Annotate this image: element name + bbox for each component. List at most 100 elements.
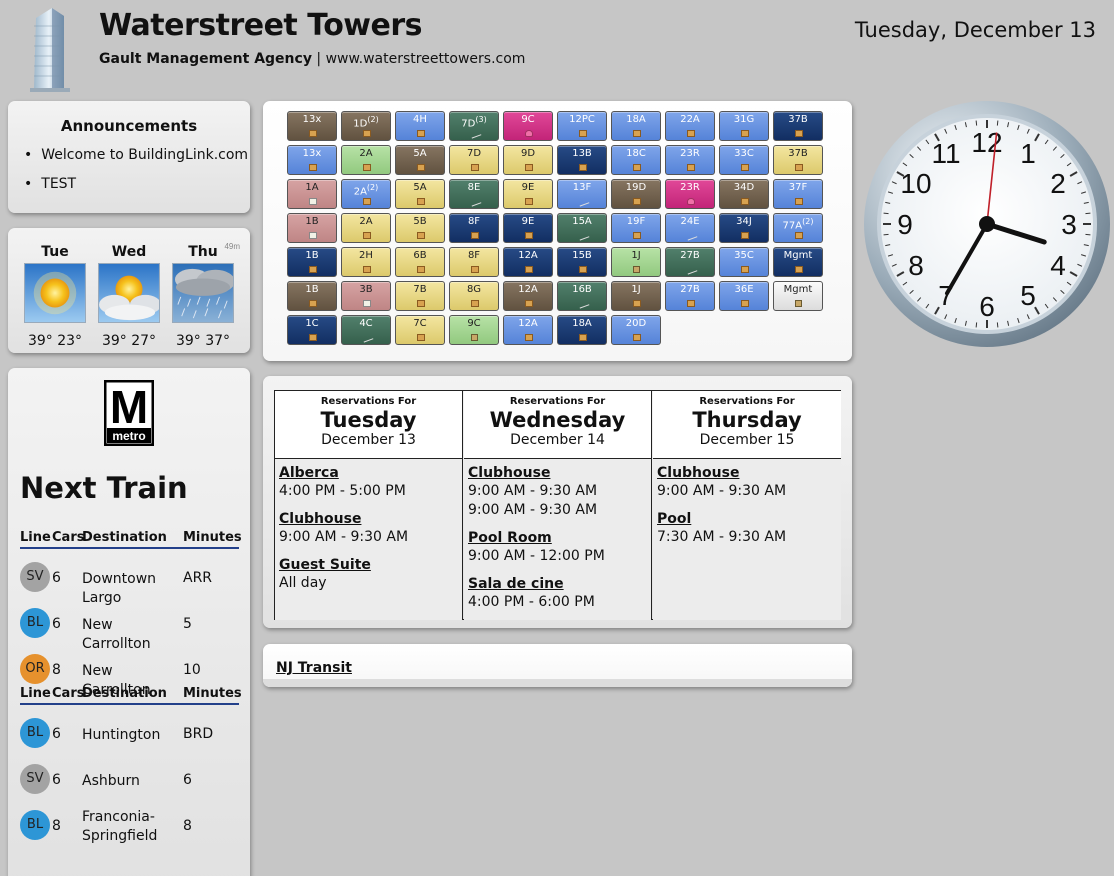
mailbox-cell[interactable]: 7C xyxy=(395,315,445,345)
current-date: Tuesday, December 13 xyxy=(854,18,1096,42)
mailbox-cell[interactable]: 12PC xyxy=(557,111,607,141)
mailbox-cell[interactable]: 13B xyxy=(557,145,607,175)
reservation-time: All day xyxy=(279,575,327,591)
mailbox-cell[interactable]: Mgmt xyxy=(773,281,823,311)
train-table-header: Line Cars Destination Minutes xyxy=(20,528,242,549)
amenity-link[interactable]: Clubhouse xyxy=(279,510,458,528)
header-line: Line xyxy=(20,530,51,545)
mailbox-cell[interactable]: 5A xyxy=(395,179,445,209)
mailbox-cell[interactable]: 5B xyxy=(395,213,445,243)
mailbox-cell[interactable]: 7D(3) xyxy=(449,111,499,141)
mailbox-cell[interactable]: 37B xyxy=(773,111,823,141)
announcements-panel: Announcements Welcome to BuildingLink.co… xyxy=(8,101,250,213)
mailbox-cell[interactable]: 9C xyxy=(449,315,499,345)
mailbox-cell[interactable]: 1A xyxy=(287,179,337,209)
mailbox-cell[interactable]: 7D xyxy=(449,145,499,175)
mailbox-cell[interactable]: 34J xyxy=(719,213,769,243)
page-title: Waterstreet Towers xyxy=(99,8,423,43)
mailbox-cell[interactable]: 12A xyxy=(503,247,553,277)
dry-cleaning-icon xyxy=(686,267,698,275)
mailbox-cell[interactable]: 18A xyxy=(557,315,607,345)
mailbox-cell[interactable]: 1B xyxy=(287,281,337,311)
mailbox-cell[interactable]: 1B xyxy=(287,247,337,277)
amenity-link[interactable]: Guest Suite xyxy=(279,556,458,574)
nj-transit-link[interactable]: NJ Transit xyxy=(276,660,352,676)
amenity-link[interactable]: Pool xyxy=(657,510,837,528)
mailbox-count: (2) xyxy=(367,115,379,124)
package-icon xyxy=(579,266,587,273)
mailbox-unit: 9D xyxy=(520,148,536,159)
mailbox-cell[interactable]: 31G xyxy=(719,111,769,141)
mailbox-cell[interactable]: 1B xyxy=(287,213,337,243)
mailbox-cell[interactable]: 20D xyxy=(611,315,661,345)
reservation-time: 9:00 AM - 12:00 PM xyxy=(468,548,605,564)
mailbox-cell[interactable]: 37B xyxy=(773,145,823,175)
mailbox-cell[interactable]: 9E xyxy=(503,213,553,243)
mailbox-cell[interactable]: 13F xyxy=(557,179,607,209)
mailbox-cell[interactable]: 2A xyxy=(341,145,391,175)
mailbox-cell[interactable]: 33C xyxy=(719,145,769,175)
amenity-link[interactable]: Clubhouse xyxy=(468,464,647,482)
mailbox-cell[interactable]: 77A(2) xyxy=(773,213,823,243)
mailbox-cell[interactable]: 15A xyxy=(557,213,607,243)
mailbox-cell[interactable]: 24E xyxy=(665,213,715,243)
website-link[interactable]: www.waterstreettowers.com xyxy=(326,51,526,67)
package-icon xyxy=(363,266,371,273)
mailbox-cell[interactable]: 22A xyxy=(665,111,715,141)
mailbox-cell[interactable]: 2H xyxy=(341,247,391,277)
weather-day: Wed 39° 27° xyxy=(96,244,162,349)
mailbox-cell[interactable]: 6B xyxy=(395,247,445,277)
clock-numeral: 10 xyxy=(900,168,931,199)
mailbox-cell[interactable]: 9E xyxy=(503,179,553,209)
mailbox-cell[interactable]: 27B xyxy=(665,247,715,277)
mailbox-cell[interactable]: 13x xyxy=(287,111,337,141)
amenity-link[interactable]: Sala de cine xyxy=(468,575,647,593)
mailbox-cell[interactable]: 18A xyxy=(611,111,661,141)
mailbox-cell[interactable]: 35C xyxy=(719,247,769,277)
mailbox-cell[interactable]: 1J xyxy=(611,281,661,311)
amenity-link[interactable]: Clubhouse xyxy=(657,464,837,482)
mailbox-cell[interactable]: 27B xyxy=(665,281,715,311)
mailbox-unit: 9E xyxy=(521,182,535,193)
mailbox-cell[interactable]: 8F xyxy=(449,213,499,243)
mailbox-cell[interactable]: 2A(2) xyxy=(341,179,391,209)
mailbox-cell[interactable]: 15B xyxy=(557,247,607,277)
mailbox-cell[interactable]: 23R xyxy=(665,145,715,175)
package-icon xyxy=(417,198,425,205)
mailbox-cell[interactable]: 16B xyxy=(557,281,607,311)
mailbox-cell[interactable]: 19D xyxy=(611,179,661,209)
mailbox-cell[interactable]: 9D xyxy=(503,145,553,175)
mailbox-cell[interactable]: 18C xyxy=(611,145,661,175)
mailbox-cell[interactable]: 1C xyxy=(287,315,337,345)
line-badge: SV xyxy=(20,764,50,794)
mailbox-cell[interactable]: 4H xyxy=(395,111,445,141)
mailbox-cell[interactable]: 12A xyxy=(503,281,553,311)
mailbox-cell[interactable]: 9C xyxy=(503,111,553,141)
mailbox-unit: 16B xyxy=(572,284,592,295)
mailbox-cell[interactable]: 8G xyxy=(449,281,499,311)
mailbox-unit: 4H xyxy=(413,114,427,125)
mailbox-cell[interactable]: Mgmt xyxy=(773,247,823,277)
mailbox-cell[interactable]: 12A xyxy=(503,315,553,345)
mailbox-cell[interactable]: 23R xyxy=(665,179,715,209)
mailbox-cell[interactable]: 5A xyxy=(395,145,445,175)
mailbox-cell[interactable]: 7B xyxy=(395,281,445,311)
mailbox-cell[interactable]: 37F xyxy=(773,179,823,209)
mailbox-cell[interactable]: 19F xyxy=(611,213,661,243)
mailbox-unit: 18A xyxy=(626,114,646,125)
dry-cleaning-icon xyxy=(470,131,482,139)
package-icon xyxy=(417,164,425,171)
amenity-link[interactable]: Pool Room xyxy=(468,529,647,547)
mailbox-cell[interactable]: 1D(2) xyxy=(341,111,391,141)
mailbox-cell[interactable]: 8F xyxy=(449,247,499,277)
mailbox-cell[interactable]: 2A xyxy=(341,213,391,243)
mailbox-cell[interactable]: 36E xyxy=(719,281,769,311)
header-minutes: Minutes xyxy=(183,530,242,545)
mailbox-cell[interactable]: 4C xyxy=(341,315,391,345)
amenity-link[interactable]: Alberca xyxy=(279,464,458,482)
mailbox-cell[interactable]: 34D xyxy=(719,179,769,209)
mailbox-cell[interactable]: 13x xyxy=(287,145,337,175)
mailbox-cell[interactable]: 3B xyxy=(341,281,391,311)
mailbox-cell[interactable]: 8E xyxy=(449,179,499,209)
mailbox-cell[interactable]: 1J xyxy=(611,247,661,277)
